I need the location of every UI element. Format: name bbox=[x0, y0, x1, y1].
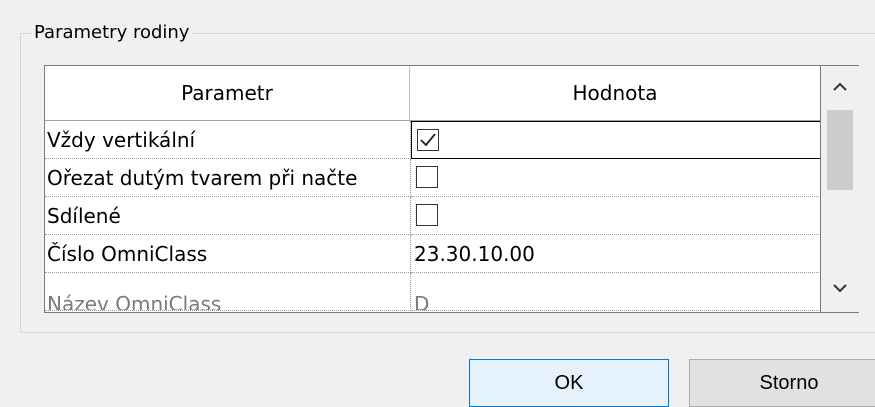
cancel-button[interactable]: Storno bbox=[689, 359, 875, 407]
parameter-name: Ořezat dutým tvarem při načte bbox=[45, 159, 411, 197]
column-header-parameter[interactable]: Parametr bbox=[45, 66, 410, 120]
parameter-name: Vždy vertikální bbox=[45, 121, 411, 159]
checkmark-icon bbox=[420, 133, 436, 147]
table-row[interactable]: Sdílené bbox=[45, 197, 820, 235]
group-title: Parametry rodiny bbox=[31, 22, 193, 44]
scroll-thumb[interactable] bbox=[827, 110, 853, 190]
table-row[interactable]: Název OmniClass D bbox=[45, 273, 820, 311]
chevron-down-icon bbox=[833, 284, 847, 293]
column-header-value[interactable]: Hodnota bbox=[410, 66, 820, 120]
parameter-value-cell[interactable] bbox=[411, 197, 820, 235]
omniclass-number-value[interactable]: 23.30.10.00 bbox=[411, 235, 820, 273]
omniclass-title-value[interactable]: D bbox=[411, 273, 820, 311]
parameters-grid: Parametr Hodnota Vždy vertikální Ořezat … bbox=[44, 65, 821, 313]
parameter-value-cell[interactable] bbox=[411, 159, 820, 197]
parameter-name: Číslo OmniClass bbox=[45, 235, 411, 273]
table-row[interactable]: Vždy vertikální bbox=[45, 121, 820, 159]
always-vertical-checkbox[interactable] bbox=[417, 129, 439, 151]
table-row[interactable]: Ořezat dutým tvarem při načte bbox=[45, 159, 820, 197]
grid-header: Parametr Hodnota bbox=[45, 66, 820, 121]
chevron-up-icon bbox=[833, 82, 847, 91]
cut-with-voids-checkbox[interactable] bbox=[416, 166, 438, 188]
vertical-scrollbar[interactable] bbox=[821, 65, 859, 313]
table-row[interactable]: Číslo OmniClass 23.30.10.00 bbox=[45, 235, 820, 273]
scroll-up-button[interactable] bbox=[821, 68, 859, 108]
shared-checkbox[interactable] bbox=[416, 204, 438, 226]
scroll-down-button[interactable] bbox=[821, 270, 859, 310]
parameter-value-cell[interactable] bbox=[411, 121, 820, 159]
ok-button[interactable]: OK bbox=[469, 359, 669, 407]
parameter-name: Sdílené bbox=[45, 197, 411, 235]
parameter-name: Název OmniClass bbox=[45, 273, 411, 311]
